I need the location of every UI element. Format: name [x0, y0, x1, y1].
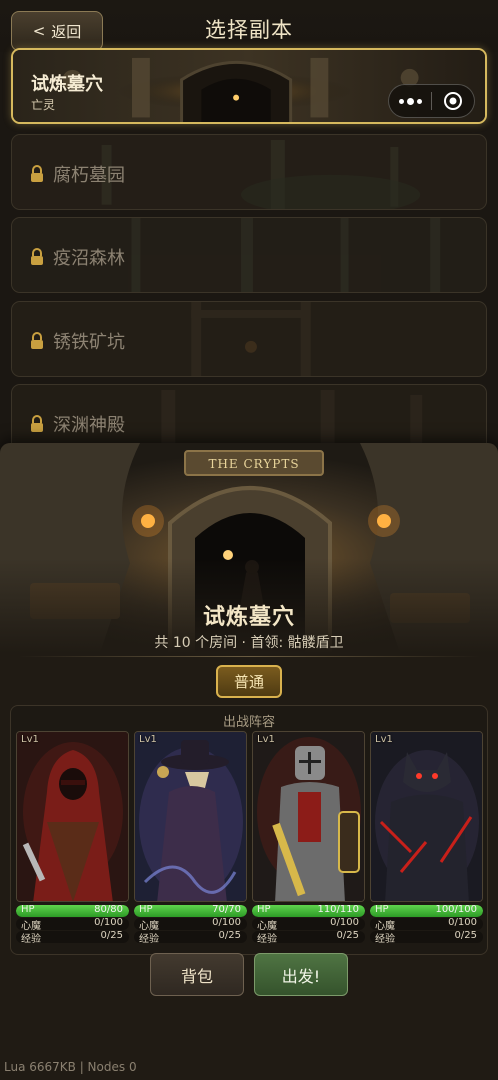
hp-bar: HP 70/70 — [134, 905, 247, 917]
hp-value: 110/110 — [317, 905, 359, 915]
hero-level: Lv1 — [139, 734, 157, 745]
dungeon-name: 深渊神殿 — [53, 415, 125, 436]
lock-icon — [31, 165, 43, 182]
divider — [18, 656, 480, 657]
hp-bar: HP 110/110 — [252, 905, 365, 917]
stress-value: 0/100 — [212, 918, 241, 928]
dot-icon — [406, 97, 414, 105]
hp-bar: HP 100/100 — [370, 905, 483, 917]
hp-value: 70/70 — [212, 905, 241, 915]
dungeon-name: 腐朽墓园 — [53, 165, 125, 186]
stress-value: 0/100 — [94, 918, 123, 928]
bag-button[interactable]: 背包 — [150, 953, 244, 996]
lock-icon — [31, 332, 43, 349]
hero-level: Lv1 — [21, 734, 39, 745]
dungeon-card-locked[interactable]: 锈铁矿坑 — [11, 301, 487, 377]
dungeon-info: 共 10 个房间 · 首领: 骷髅盾卫 — [154, 635, 344, 651]
target-circle-icon — [444, 92, 462, 110]
dungeon-card-trial-crypt[interactable]: 试炼墓穴 亡灵 — [11, 48, 487, 124]
xp-bar: 经验 0/25 — [134, 931, 247, 943]
difficulty-button[interactable]: 普通 — [216, 665, 282, 698]
hero-card[interactable]: Lv1 HP 70/70 心魔 0/100 经验 0/25 — [134, 731, 247, 943]
xp-value: 0/25 — [336, 931, 359, 941]
xp-bar: 经验 0/25 — [252, 931, 365, 943]
stress-bar: 心魔 0/100 — [134, 918, 247, 930]
plague-doctor-portrait — [135, 732, 246, 901]
depart-button[interactable]: 出发! — [254, 953, 348, 996]
stress-bar: 心魔 0/100 — [370, 918, 483, 930]
team-title: 出战阵容 — [222, 715, 275, 730]
dungeon-card-locked[interactable]: 腐朽墓园 — [11, 134, 487, 210]
xp-bar: 经验 0/25 — [16, 931, 129, 943]
hp-value: 100/100 — [435, 905, 477, 915]
dungeon-card-locked[interactable]: 疫沼森林 — [11, 217, 487, 293]
lock-icon — [31, 415, 43, 432]
dungeon-name: 锈铁矿坑 — [53, 332, 125, 353]
xp-bar: 经验 0/25 — [370, 931, 483, 943]
hero-portrait: Lv1 — [252, 731, 365, 902]
hero-card[interactable]: Lv1 HP 110/110 心魔 0/100 经验 0/25 — [252, 731, 365, 943]
stress-bar: 心魔 0/100 — [252, 918, 365, 930]
xp-value: 0/25 — [218, 931, 241, 941]
more-menu-button[interactable] — [389, 85, 431, 117]
team-lineup-box: 出战阵容 Lv1 HP 80/80 心魔 0/100 经验 0/25 Lv1 H… — [10, 705, 488, 955]
crusader-knight-portrait — [253, 732, 364, 901]
crimson-rogue-portrait — [17, 732, 128, 901]
dungeon-detail-panel: THE CRYPTS 试炼墓穴 共 10 个房间 · 首领: 骷髅盾卫 普通 出… — [0, 443, 498, 1080]
xp-value: 0/25 — [454, 931, 477, 941]
page-title: 选择副本 — [205, 18, 293, 42]
xp-value: 0/25 — [100, 931, 123, 941]
lock-icon — [31, 248, 43, 265]
close-miniprogram-button[interactable] — [432, 85, 474, 117]
hp-value: 80/80 — [94, 905, 123, 915]
dot-icon — [416, 98, 422, 104]
dungeon-type: 亡灵 — [31, 98, 56, 112]
dot-icon — [398, 98, 404, 104]
dungeon-name: 疫沼森林 — [53, 248, 125, 269]
werewolf-portrait — [371, 732, 482, 901]
dungeon-name: 试炼墓穴 — [31, 74, 103, 95]
hero-card[interactable]: Lv1 HP 80/80 心魔 0/100 经验 0/25 — [16, 731, 129, 943]
stress-bar: 心魔 0/100 — [16, 918, 129, 930]
stress-value: 0/100 — [448, 918, 477, 928]
top-bar: < 返回 选择副本 — [0, 0, 498, 52]
hero-portrait: Lv1 — [370, 731, 483, 902]
hero-card[interactable]: Lv1 HP 100/100 心魔 0/100 经验 0/25 — [370, 731, 483, 943]
stress-value: 0/100 — [330, 918, 359, 928]
hero-level: Lv1 — [375, 734, 393, 745]
banner-sign-text: THE CRYPTS — [208, 457, 300, 471]
hero-level: Lv1 — [257, 734, 275, 745]
debug-overlay: Lua 6667KB | Nodes 0 — [4, 1060, 137, 1074]
hp-bar: HP 80/80 — [16, 905, 129, 917]
miniprogram-capsule — [388, 84, 475, 118]
hero-portrait: Lv1 — [134, 731, 247, 902]
selected-dungeon-name: 试炼墓穴 — [202, 605, 295, 630]
hero-portrait: Lv1 — [16, 731, 129, 902]
